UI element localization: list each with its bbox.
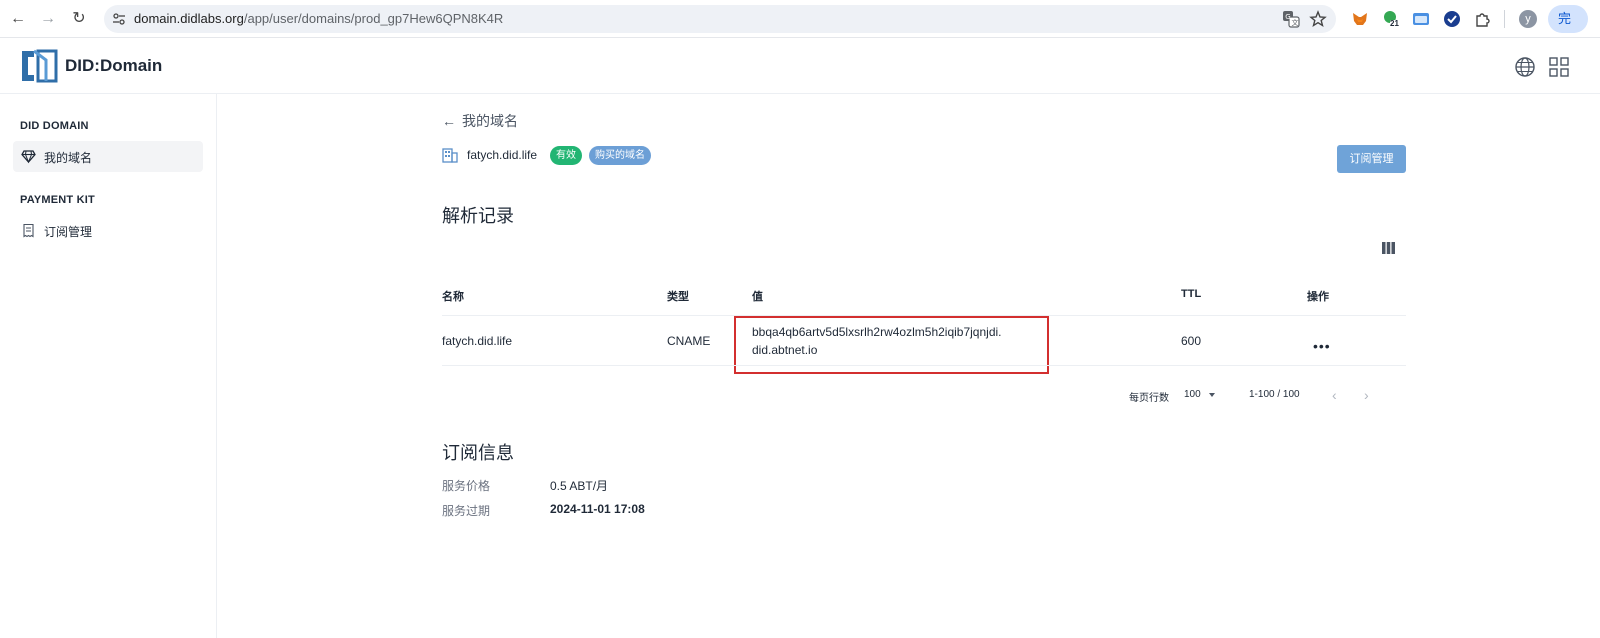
url-text: domain.didlabs.org/app/user/domains/prod… — [134, 11, 503, 26]
bookmark-star-icon[interactable] — [1309, 10, 1327, 28]
sidebar-item-label: 我的域名 — [44, 151, 93, 165]
status-badge: 有效 — [550, 146, 582, 165]
sidebar-item-subscriptions[interactable]: 订阅管理 — [13, 215, 203, 246]
translate-icon[interactable]: G 文 — [1282, 10, 1300, 28]
record-name: fatych.did.life — [442, 334, 513, 348]
back-icon[interactable]: ← — [8, 9, 28, 29]
column-header-name[interactable]: 名称 — [442, 288, 464, 304]
next-page-icon[interactable]: › — [1364, 387, 1369, 403]
address-bar[interactable]: domain.didlabs.org/app/user/domains/prod… — [104, 5, 1336, 33]
sidebar-section-payment-kit: PAYMENT KIT — [20, 194, 95, 206]
browser-toolbar: ← → ↻ domain.didlabs.org/app/user/domain… — [0, 0, 1600, 38]
more-actions-icon[interactable]: ••• — [1313, 338, 1331, 354]
receipt-icon — [23, 223, 34, 238]
browser-complete-button[interactable]: 完 — [1548, 5, 1588, 33]
extension-badge-icon[interactable]: 21 — [1382, 10, 1400, 28]
sidebar-section-did-domain: DID DOMAIN — [20, 120, 89, 132]
purchased-domain-badge: 购买的域名 — [589, 146, 651, 165]
svg-text:文: 文 — [1292, 18, 1299, 27]
brand-title: DID:Domain — [65, 56, 163, 75]
subscription-manage-button[interactable]: 订阅管理 — [1337, 145, 1406, 173]
domain-name: fatych.did.life — [467, 148, 538, 162]
record-ttl: 600 — [1181, 334, 1202, 348]
column-header-value[interactable]: 值 — [752, 288, 763, 304]
sidebar: DID DOMAIN 我的域名 PAYMENT KIT 订阅管理 — [0, 94, 217, 638]
service-price-value: 0.5 ABT/月 — [550, 479, 609, 493]
pagination-range: 1-100 / 100 — [1249, 389, 1300, 400]
apps-grid-icon[interactable] — [1548, 56, 1570, 78]
service-price-label: 服务价格 — [442, 479, 491, 493]
check-extension-icon[interactable] — [1443, 10, 1461, 28]
metamask-extension-icon[interactable] — [1351, 10, 1369, 28]
column-header-type[interactable]: 类型 — [667, 288, 689, 304]
back-to-my-domains-link[interactable]: ← 我的域名 — [442, 111, 518, 131]
window-extension-icon[interactable] — [1412, 10, 1430, 28]
table-row-divider — [442, 365, 1406, 366]
did-domain-logo — [22, 49, 58, 83]
service-expire-value: 2024-11-01 17:08 — [550, 502, 645, 516]
previous-page-icon[interactable]: ‹ — [1332, 387, 1337, 403]
rows-per-page-select[interactable]: 100 — [1184, 389, 1201, 400]
view-columns-icon[interactable] — [1382, 242, 1395, 254]
profile-avatar[interactable]: y — [1519, 10, 1537, 28]
dns-records-title: 解析记录 — [442, 206, 514, 226]
reload-icon[interactable]: ↻ — [69, 9, 89, 29]
toolbar-divider — [1504, 10, 1505, 28]
subscription-info-title: 订阅信息 — [442, 443, 514, 463]
svg-text:G: G — [1285, 13, 1290, 21]
diamond-icon — [21, 150, 36, 164]
forward-icon[interactable]: → — [38, 9, 58, 29]
site-settings-icon[interactable] — [112, 12, 126, 26]
column-header-ttl[interactable]: TTL — [1181, 288, 1201, 300]
sidebar-item-label: 订阅管理 — [44, 225, 93, 239]
back-link-label: 我的域名 — [462, 113, 518, 129]
extensions-puzzle-icon[interactable] — [1474, 10, 1492, 28]
sidebar-item-my-domains[interactable]: 我的域名 — [13, 141, 203, 172]
url-path: /app/user/domains/prod_gp7Hew6QPN8K4R — [243, 11, 504, 26]
chevron-down-icon[interactable] — [1209, 393, 1215, 397]
record-type: CNAME — [667, 334, 711, 348]
url-host: domain.didlabs.org — [134, 11, 244, 26]
globe-icon[interactable] — [1514, 56, 1536, 78]
arrow-left-icon: ← — [442, 113, 456, 129]
building-icon — [442, 148, 458, 163]
service-expire-label: 服务过期 — [442, 504, 491, 518]
extension-badge-count: 21 — [1390, 19, 1399, 28]
app-header: DID:Domain — [0, 39, 1600, 94]
rows-per-page-label: 每页行数 — [1129, 393, 1169, 404]
column-header-actions: 操作 — [1307, 291, 1329, 303]
